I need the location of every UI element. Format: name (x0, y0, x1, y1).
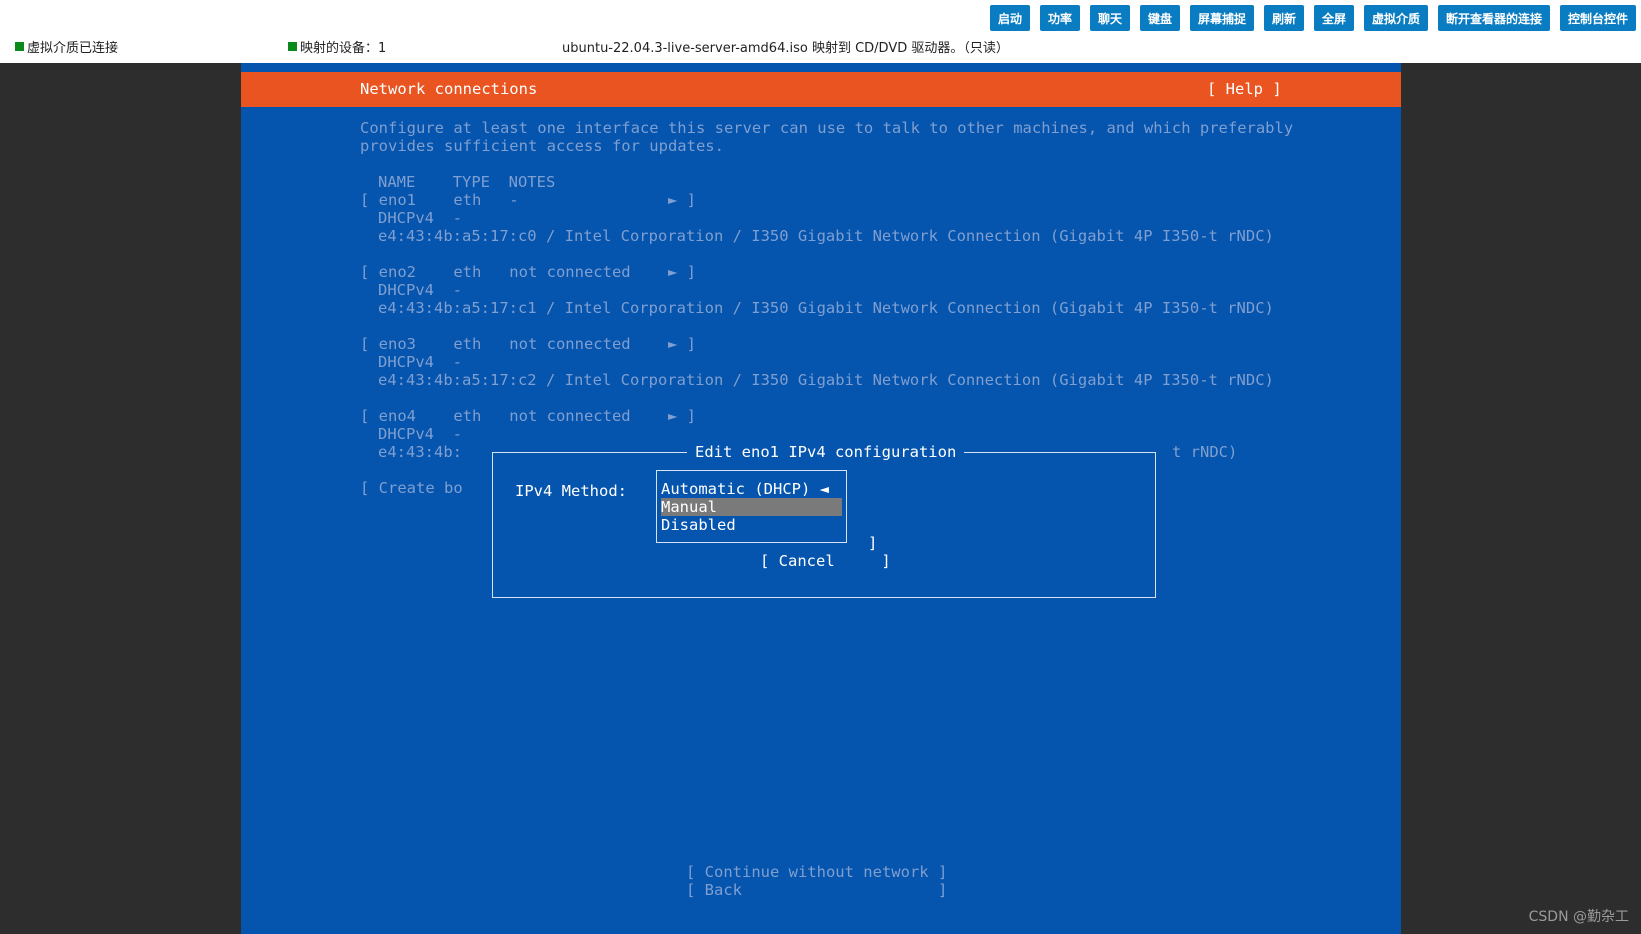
ipv4-config-dialog: Edit eno1 IPv4 configuration IPv4 Method… (492, 443, 1156, 598)
interface-mac-eno4: e4:43:4b: (378, 443, 462, 461)
interface-row-eno1[interactable]: [ eno1 eth - ► ] (360, 191, 696, 209)
iso-mapping-status: ubuntu-22.04.3-live-server-amd64.iso 映射到… (562, 41, 1009, 56)
back-button[interactable]: [ Back ] (686, 881, 947, 899)
power-button[interactable]: 功率 (1040, 5, 1080, 31)
green-status-icon (288, 42, 297, 51)
fullscreen-button[interactable]: 全屏 (1314, 5, 1354, 31)
media-status-text: 虚拟介质已连接 (27, 41, 119, 56)
ipv4-method-label: IPv4 Method: (515, 482, 627, 500)
help-button[interactable]: [ Help ] (1207, 80, 1282, 98)
ipv4-method-dropdown[interactable]: Automatic (DHCP) ◄ Manual Disabled (656, 470, 847, 543)
interface-mac-eno3: e4:43:4b:a5:17:c2 / Intel Corporation / … (378, 371, 1274, 389)
create-bond-button[interactable]: [ Create bo (360, 479, 463, 497)
save-button-bracket[interactable]: ] (868, 534, 877, 552)
chat-button[interactable]: 聊天 (1090, 5, 1130, 31)
media-status: 虚拟介质已连接 (15, 37, 118, 56)
interface-mac-eno4-tail: t rNDC) (1172, 443, 1238, 461)
interface-dhcp-eno3: DHCPv4 - (378, 353, 462, 371)
interface-mac-eno2: e4:43:4b:a5:17:c1 / Intel Corporation / … (378, 299, 1274, 317)
mapped-device-status: 映射的设备：1 (288, 37, 386, 56)
disconnect-viewer-button[interactable]: 断开查看器的连接 (1438, 5, 1550, 31)
power-on-button[interactable]: 启动 (990, 5, 1030, 31)
interface-mac-eno1: e4:43:4b:a5:17:c0 / Intel Corporation / … (378, 227, 1274, 245)
interface-dhcp-eno1: DHCPv4 - (378, 209, 462, 227)
interface-row-eno4[interactable]: [ eno4 eth not connected ► ] (360, 407, 696, 425)
interface-row-eno2[interactable]: [ eno2 eth not connected ► ] (360, 263, 696, 281)
intro-line-2: provides sufficient access for updates. (360, 137, 724, 155)
screen-capture-button[interactable]: 屏幕捕捉 (1190, 5, 1254, 31)
interface-dhcp-eno2: DHCPv4 - (378, 281, 462, 299)
virtual-media-button[interactable]: 虚拟介质 (1364, 5, 1428, 31)
keyboard-button[interactable]: 键盘 (1140, 5, 1180, 31)
watermark: CSDN @勤杂工 (1528, 909, 1629, 925)
interface-dhcp-eno4: DHCPv4 - (378, 425, 462, 443)
mapped-device-text: 映射的设备：1 (300, 41, 387, 56)
intro-line-1: Configure at least one interface this se… (360, 119, 1294, 137)
cancel-button[interactable]: [ Cancel ] (760, 552, 891, 570)
interface-row-eno3[interactable]: [ eno3 eth not connected ► ] (360, 335, 696, 353)
page-title: Network connections (360, 80, 538, 98)
refresh-button[interactable]: 刷新 (1264, 5, 1304, 31)
kvm-toolbar: 启动 功率 聊天 键盘 屏幕捕捉 刷新 全屏 虚拟介质 断开查看器的连接 控制台… (0, 0, 1641, 63)
continue-without-network-button[interactable]: [ Continue without network ] (686, 863, 947, 881)
interface-table-header: NAME TYPE NOTES (378, 173, 556, 191)
green-status-icon (15, 42, 24, 51)
option-disabled[interactable]: Disabled (661, 516, 842, 534)
console-controls-button[interactable]: 控制台控件 (1560, 5, 1636, 31)
dialog-title: Edit eno1 IPv4 configuration (687, 443, 965, 461)
option-manual[interactable]: Manual (661, 498, 842, 516)
option-automatic-dhcp[interactable]: Automatic (DHCP) ◄ (661, 480, 842, 498)
